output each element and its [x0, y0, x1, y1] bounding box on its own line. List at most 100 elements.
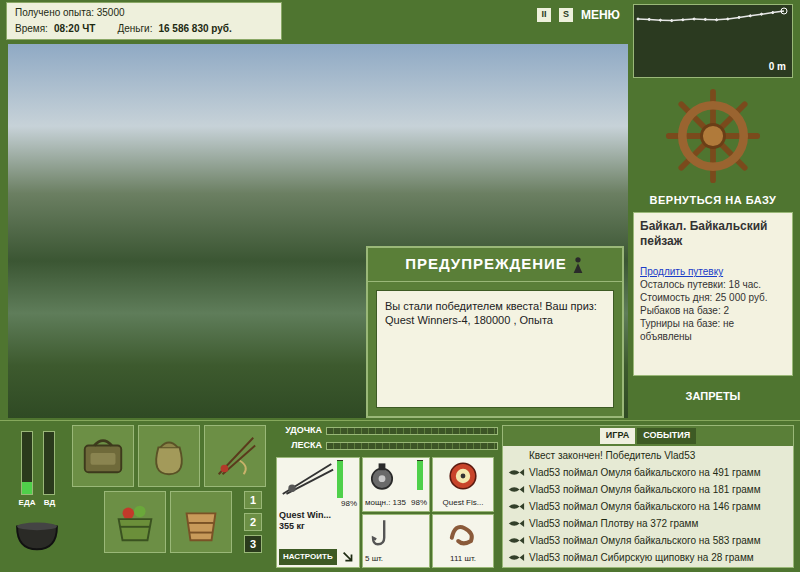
reel-slot[interactable]: мощн.: 13598%	[362, 457, 430, 512]
rod-condition: 98%	[341, 498, 357, 510]
page-button[interactable]: 1	[244, 491, 262, 509]
tackle-gauge: УДОЧКА	[276, 425, 498, 437]
toolbar: II S МЕНЮ	[537, 2, 624, 24]
fish-icon	[507, 468, 525, 477]
rod-slot[interactable]: 98%Quest Win...355 кг НАСТРОИТЬ	[276, 457, 360, 568]
toolbar-button[interactable]: S	[559, 8, 573, 22]
depth-segment	[649, 19, 660, 21]
depth-point	[781, 8, 787, 14]
event-row: Vlad53 поймал Омуля байкальского на 181 …	[503, 481, 793, 498]
money-label: Деньги:	[117, 21, 152, 37]
bucket-icon[interactable]	[170, 491, 232, 553]
experience-label: Получено опыта: 35000	[15, 5, 273, 21]
location-detail: Осталось путевки: 18 час.	[640, 278, 786, 291]
rod-icon	[279, 460, 335, 498]
arrow-icon	[341, 550, 355, 564]
fish-icon	[507, 485, 525, 494]
return-to-base-button[interactable]: ВЕРНУТЬСЯ НА БАЗУ	[650, 192, 777, 208]
location-info: Байкал. Байкальский пейзаж Продлить путев…	[633, 212, 793, 376]
need-meter: ВД	[43, 431, 55, 509]
reel-power: мощн.: 135	[365, 497, 406, 509]
tackle-panel: УДОЧКАЛЕСКА 98%Quest Win...355 кг НАСТРОИТ…	[276, 425, 498, 568]
depth-segment	[694, 18, 705, 20]
reel-top	[365, 460, 427, 494]
hook-slot[interactable]: 5 шт.	[362, 514, 430, 569]
tackle-slots: 98%Quest Win...355 кг НАСТРОИТЬ мощн.: 135…	[276, 457, 498, 568]
events-list: Квест закончен! Победитель Vlad53Vlad53 …	[503, 446, 793, 567]
inventory-row: 1 2 3	[72, 491, 272, 553]
page-button[interactable]: 3	[244, 535, 262, 553]
reel-condition-fill	[417, 461, 423, 490]
game-screen: Получено опыта: 35000Время:08:20 ЧТДеньг…	[0, 0, 800, 572]
toolbar-button[interactable]: МЕНЮ	[581, 6, 620, 24]
bait-count: 111 шт.	[450, 553, 476, 565]
location-detail: Стоимость дня: 25 000 руб.	[640, 291, 786, 304]
depth-reading: 0 m	[769, 59, 786, 74]
depth-segment	[705, 19, 716, 21]
event-row: Vlad53 поймал Омуля байкальского на 146 …	[503, 498, 793, 515]
cauldron-icon[interactable]	[13, 515, 61, 553]
depth-segment	[762, 13, 773, 15]
left-column: Получено опыта: 35000Время:08:20 ЧТДеньг…	[0, 0, 630, 420]
reel-condition-track	[417, 460, 423, 490]
location-detail: Турниры на базе: не объявлены	[640, 317, 786, 343]
bait-slot[interactable]: 111 шт.	[432, 514, 494, 569]
sack-icon[interactable]	[138, 425, 200, 487]
event-spacer	[507, 451, 525, 460]
bottom-panel: ЕДА ВД 1 2 3 УДОЧКАЛЕСКА 98%Quest Win...355 кг…	[0, 420, 800, 572]
top-area: Получено опыта: 35000Время:08:20 ЧТДеньг…	[0, 0, 800, 420]
figure-icon	[571, 256, 585, 274]
fish-icon	[507, 536, 525, 545]
configure-button[interactable]: НАСТРОИТЬ	[279, 549, 337, 565]
dialog-body: Вы стали победителем квеста! Ваш приз: Q…	[376, 290, 614, 408]
location-title: Байкал. Байкальский пейзаж	[640, 219, 786, 249]
need-track	[43, 431, 55, 495]
event-text: Vlad53 поймал Омуля байкальского на 491 …	[529, 464, 761, 481]
food-basket-icon[interactable]	[104, 491, 166, 553]
rod-case-icon[interactable]	[204, 425, 266, 487]
fish-icon	[507, 502, 525, 511]
depth-segment	[717, 18, 728, 20]
rod-actions: НАСТРОИТЬ	[279, 549, 357, 565]
events-tab[interactable]: СОБЫТИЯ	[637, 428, 696, 444]
event-text: Квест закончен! Победитель Vlad53	[529, 447, 695, 464]
page-button[interactable]: 2	[244, 513, 262, 531]
event-row: Vlad53 поймал Сибирскую щиповку на 28 гр…	[503, 549, 793, 566]
time-value: 08:20 ЧТ	[54, 21, 96, 37]
inventory-pages: 1 2 3	[244, 491, 262, 553]
bans-button[interactable]: ЗАПРЕТЫ	[686, 388, 741, 405]
events-panel: ИГРАСОБЫТИЯ Квест закончен! Победитель Vl…	[502, 425, 794, 568]
rod-load: 355 кг	[279, 521, 357, 532]
gauge-label: УДОЧКА	[276, 424, 322, 438]
depth-segment	[683, 18, 694, 20]
event-row: Vlad53 поймал Омуля байкальского на 583 …	[503, 532, 793, 549]
event-row: Квест закончен! Победитель Vlad53	[503, 447, 793, 464]
hook-icon	[365, 517, 397, 549]
ship-wheel-icon[interactable]	[665, 88, 761, 184]
inventory-row	[72, 425, 272, 487]
need-label: ЕДА	[19, 497, 36, 509]
status-box: Получено опыта: 35000Время:08:20 ЧТДеньг…	[6, 2, 282, 40]
depth-segment	[638, 18, 649, 20]
line-spool-icon	[447, 460, 479, 492]
depth-segment	[773, 11, 784, 13]
tackle-bag-icon[interactable]	[72, 425, 134, 487]
toolbar-button[interactable]: II	[537, 8, 551, 22]
tackle-column: Quest Fis... 111 шт.	[432, 457, 494, 568]
fish-icon	[507, 519, 525, 528]
rod-top	[279, 460, 357, 498]
event-row: Vlad53 поймал Плотву на 372 грамм	[503, 515, 793, 532]
events-tab[interactable]: ИГРА	[600, 428, 635, 444]
tackle-gauge: ЛЕСКА	[276, 440, 498, 452]
line-slot[interactable]: Quest Fis...	[432, 457, 494, 512]
rod-condition-track	[337, 460, 343, 498]
need-track	[21, 431, 33, 495]
reel-icon	[365, 460, 399, 494]
time-money-row: Время:08:20 ЧТДеньги:16 586 830 руб.	[15, 21, 273, 37]
rod-name: Quest Win...	[279, 510, 357, 521]
event-text: Vlad53 поймал Омуля байкальского на 181 …	[529, 481, 761, 498]
gauge-track	[326, 442, 498, 450]
depth-segment	[660, 19, 671, 21]
gauge-label: ЛЕСКА	[276, 439, 322, 453]
extend-trip-link[interactable]: Продлить путевку	[640, 265, 786, 278]
